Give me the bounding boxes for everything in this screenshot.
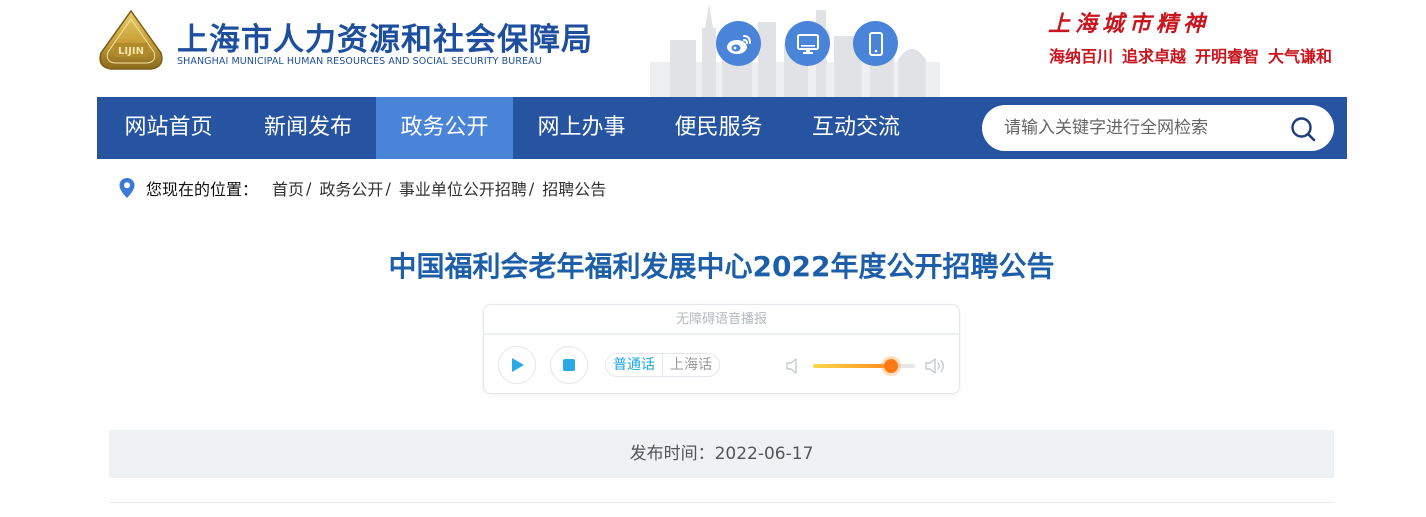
breadcrumb-label: 您现在的位置： xyxy=(146,180,259,199)
breadcrumb-gov-affairs[interactable]: 政务公开 xyxy=(319,176,383,200)
accessibility-audio-player: 无障碍语音播报 普通话 上海话 xyxy=(483,304,960,394)
nav-item-gov-affairs[interactable]: 政务公开 xyxy=(376,97,513,159)
breadcrumb: 您现在的位置： 首页 / 政务公开 / 事业单位公开招聘 / 招聘公告 xyxy=(118,176,606,200)
location-pin-icon xyxy=(119,178,135,198)
spirit-phrase: 海纳百川 xyxy=(1049,47,1114,66)
city-spirit-phrases: 海纳百川 追求卓越 开明睿智 大气谦和 xyxy=(1049,43,1332,67)
volume-high-icon xyxy=(925,358,944,374)
volume-slider[interactable] xyxy=(813,359,915,373)
pc-site-button[interactable] xyxy=(785,21,830,66)
nav-item-public-services[interactable]: 便民服务 xyxy=(650,97,787,159)
spirit-phrase: 大气谦和 xyxy=(1268,47,1333,66)
lang-option-shanghainese[interactable]: 上海话 xyxy=(662,354,719,376)
search-input[interactable] xyxy=(1004,105,1284,151)
stop-button[interactable] xyxy=(550,346,588,384)
language-toggle: 普通话 上海话 xyxy=(605,353,720,377)
nav-item-interaction[interactable]: 互动交流 xyxy=(787,97,925,159)
spirit-phrase: 开明睿智 xyxy=(1195,47,1260,66)
bureau-title-cn: 上海市人力资源和社会保障局 xyxy=(177,22,593,58)
search-box xyxy=(982,105,1334,151)
breadcrumb-home[interactable]: 首页 xyxy=(272,176,304,200)
content-divider xyxy=(109,502,1334,503)
volume-level-fill xyxy=(813,364,891,368)
breadcrumb-separator: / xyxy=(385,178,391,198)
publish-date-bar: 发布时间：2022-06-17 xyxy=(109,430,1334,478)
breadcrumb-institution-recruitment[interactable]: 事业单位公开招聘 xyxy=(399,176,527,200)
volume-knob[interactable] xyxy=(883,359,898,373)
play-icon xyxy=(512,358,524,372)
bureau-title-en: SHANGHAI MUNICIPAL HUMAN RESOURCES AND S… xyxy=(177,56,542,67)
city-spirit-title: 上海城市精神 xyxy=(1048,11,1211,37)
nav-item-online-services[interactable]: 网上办事 xyxy=(513,97,650,159)
volume-low-icon xyxy=(786,358,797,374)
bureau-logo[interactable]: LIJIN xyxy=(97,9,165,73)
mobile-icon xyxy=(868,31,883,56)
stop-icon xyxy=(563,359,575,371)
mobile-site-button[interactable] xyxy=(853,21,898,66)
breadcrumb-separator: / xyxy=(528,178,535,198)
play-button[interactable] xyxy=(498,346,536,384)
search-icon[interactable] xyxy=(1290,116,1316,142)
site-header: LIJIN 上海市人力资源和社会保障局 SHANGHAI MUNICIPAL H… xyxy=(0,0,1426,97)
lang-option-mandarin[interactable]: 普通话 xyxy=(606,354,662,376)
publish-date-value: 2022-06-17 xyxy=(714,444,814,464)
computer-icon xyxy=(796,33,819,54)
spirit-phrase: 追求卓越 xyxy=(1122,47,1187,66)
main-nav: 网站首页 新闻发布 政务公开 网上办事 便民服务 互动交流 xyxy=(97,97,1347,159)
breadcrumb-recruitment-notice[interactable]: 招聘公告 xyxy=(542,176,606,200)
svg-text:LIJIN: LIJIN xyxy=(118,46,144,57)
publish-date-label: 发布时间： xyxy=(629,444,715,464)
article-title: 中国福利会老年福利发展中心2022年度公开招聘公告 xyxy=(388,250,1055,283)
breadcrumb-separator: / xyxy=(306,178,312,198)
nav-item-home[interactable]: 网站首页 xyxy=(97,97,240,159)
nav-item-news[interactable]: 新闻发布 xyxy=(240,97,376,159)
weibo-icon xyxy=(726,34,751,54)
player-title: 无障碍语音播报 xyxy=(484,305,959,335)
weibo-button[interactable] xyxy=(716,21,761,66)
